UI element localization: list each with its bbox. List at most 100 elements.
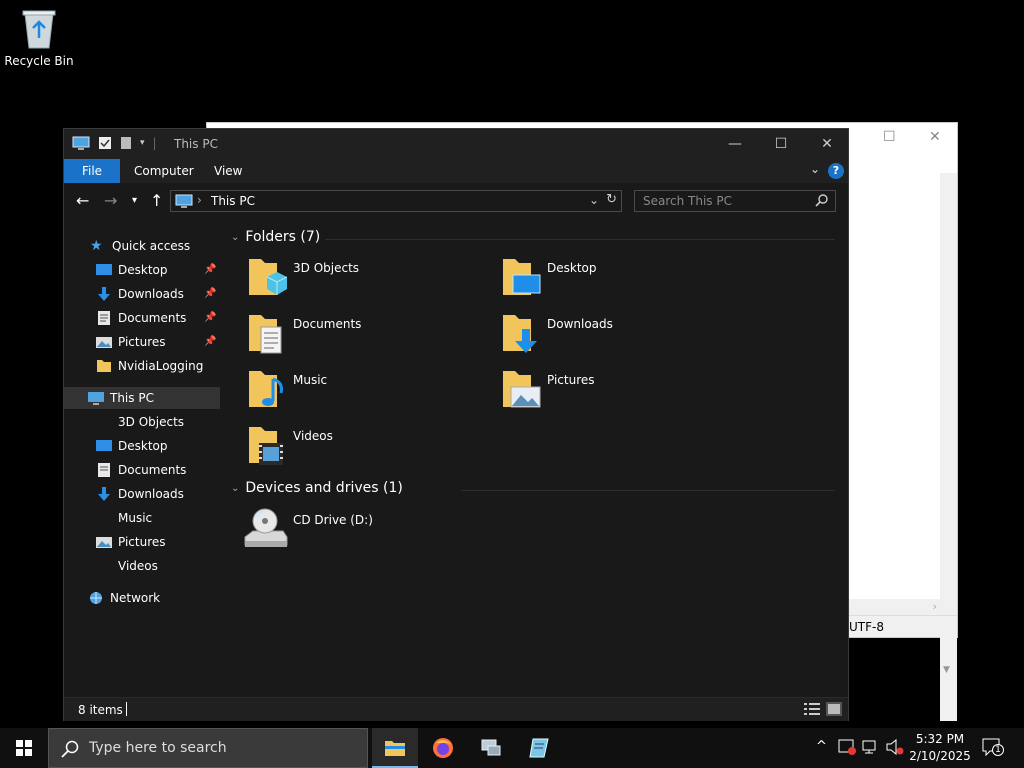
sidebar-item-nvidialogging[interactable]: NvidiaLogging <box>96 355 203 377</box>
taskbar-file-explorer[interactable] <box>372 728 418 768</box>
sidebar-item-pictures[interactable]: Pictures 📌 <box>96 331 220 353</box>
recycle-bin-shortcut[interactable]: Recycle Bin <box>4 6 74 68</box>
file-explorer-window[interactable]: ▾ | This PC — ☐ ✕ File Computer View ⌄ ?… <box>63 128 849 721</box>
sidebar-item-desktop[interactable]: Desktop 📌 <box>96 259 220 281</box>
sidebar-item-pc-pictures[interactable]: Pictures <box>96 531 166 553</box>
refresh-icon[interactable]: ↻ <box>606 192 617 207</box>
pin-icon[interactable]: 📌 <box>204 331 216 353</box>
sidebar-item-pc-desktop[interactable]: Desktop <box>96 435 168 457</box>
close-icon[interactable]: ✕ <box>804 129 850 159</box>
taskbar: Type here to search ^ 5:32 PM 2/10/2025 … <box>0 728 1024 768</box>
tab-computer[interactable]: Computer <box>134 159 194 183</box>
new-folder-icon[interactable] <box>120 136 132 150</box>
sidebar-item-this-pc[interactable]: This PC <box>64 387 220 409</box>
close-icon[interactable]: ✕ <box>929 129 941 145</box>
window-title: This PC <box>174 137 218 151</box>
chevron-up-icon[interactable]: ^ <box>816 739 827 754</box>
large-icons-view-icon[interactable] <box>826 702 842 716</box>
navigation-bar: ← → ▾ ↑ › This PC ⌄ ↻ Search This PC <box>64 183 848 219</box>
pin-icon[interactable]: 📌 <box>204 259 216 281</box>
notepad-icon <box>529 738 549 758</box>
sidebar-item-downloads[interactable]: Downloads 📌 <box>96 283 220 305</box>
folder-desktop[interactable]: Desktop <box>501 255 741 305</box>
folder-documents[interactable]: Documents <box>247 311 487 361</box>
properties-icon[interactable] <box>98 136 112 150</box>
chevron-down-icon[interactable]: ⌄ <box>589 193 599 207</box>
status-bar: 8 items <box>64 697 848 721</box>
maximize-icon[interactable]: ☐ <box>758 129 804 159</box>
desktop-icon <box>96 264 112 275</box>
chevron-down-icon[interactable]: ⌄ <box>231 483 239 494</box>
drive-cd-d[interactable]: CD Drive (D:) <box>243 507 483 557</box>
up-icon[interactable]: ↑ <box>150 191 163 210</box>
qat-divider: | <box>152 136 157 150</box>
network-status-icon[interactable] <box>862 739 880 759</box>
details-view-icon[interactable] <box>804 702 820 716</box>
pictures-folder-icon <box>503 371 541 408</box>
sidebar-item-pc-music[interactable]: Music <box>118 507 152 529</box>
folder-downloads[interactable]: Downloads <box>501 311 741 361</box>
start-button[interactable] <box>0 728 48 768</box>
this-pc-icon <box>88 392 104 405</box>
taskbar-firefox[interactable] <box>420 728 466 768</box>
taskbar-network-app[interactable] <box>468 728 514 768</box>
security-alert-icon[interactable] <box>838 739 856 759</box>
this-pc-icon <box>175 194 193 208</box>
horizontal-scrollbar[interactable]: › <box>849 599 957 616</box>
sidebar-item-pc-downloads[interactable]: Downloads <box>96 483 184 505</box>
expand-ribbon-icon[interactable]: ⌄ <box>810 162 820 176</box>
search-input[interactable]: Search This PC <box>634 190 836 212</box>
notifications-button[interactable]: 1 <box>982 738 1004 758</box>
tab-file[interactable]: File <box>64 159 120 183</box>
taskbar-notepad[interactable] <box>516 728 562 768</box>
recycle-bin-label: Recycle Bin <box>4 54 74 68</box>
chevron-right-icon[interactable]: › <box>197 193 202 207</box>
customize-qat-icon[interactable]: ▾ <box>140 138 145 148</box>
sidebar-item-network[interactable]: Network <box>88 587 160 609</box>
sidebar-item-pc-documents[interactable]: Documents <box>96 459 186 481</box>
pin-icon[interactable]: 📌 <box>204 307 216 329</box>
sidebar-item-quick-access[interactable]: ★ Quick access <box>90 235 190 257</box>
address-bar[interactable]: › This PC ⌄ ↻ <box>170 190 622 212</box>
clock-date: 2/10/2025 <box>909 749 971 763</box>
sidebar-item-pc-videos[interactable]: Videos <box>118 555 158 577</box>
folders-group-header[interactable]: ⌄ Folders (7) <box>231 229 320 245</box>
recent-locations-icon[interactable]: ▾ <box>132 195 137 206</box>
folder-3d-objects[interactable]: 3D Objects <box>247 255 487 305</box>
scroll-right-icon[interactable]: › <box>933 600 937 613</box>
help-icon[interactable]: ? <box>828 163 844 179</box>
documents-folder-icon <box>249 315 282 354</box>
sidebar-item-3d-objects[interactable]: 3D Objects <box>118 411 184 433</box>
minimize-icon[interactable]: — <box>712 129 758 159</box>
sidebar-item-documents[interactable]: Documents 📌 <box>96 307 220 329</box>
vertical-scrollbar[interactable]: ▼ <box>940 173 957 721</box>
cd-drive-icon <box>244 508 288 547</box>
ribbon-tabs: File Computer View ⌄ ? <box>64 159 848 183</box>
recycle-bin-icon <box>22 10 56 49</box>
windows-logo-icon <box>16 740 32 756</box>
pin-icon[interactable]: 📌 <box>204 283 216 305</box>
devices-group-header[interactable]: ⌄ Devices and drives (1) <box>231 480 403 496</box>
title-bar[interactable]: ▾ | This PC — ☐ ✕ <box>64 129 848 159</box>
group-divider <box>461 490 835 491</box>
firefox-icon <box>433 738 453 758</box>
tab-view[interactable]: View <box>214 159 242 183</box>
folder-music[interactable]: Music <box>247 367 487 417</box>
volume-muted-icon[interactable] <box>886 738 904 759</box>
system-clock[interactable]: 5:32 PM 2/10/2025 <box>908 731 972 765</box>
taskbar-search-input[interactable]: Type here to search <box>48 728 368 768</box>
folder-videos[interactable]: Videos <box>247 423 487 473</box>
clock-time: 5:32 PM <box>915 732 965 746</box>
scroll-down-icon[interactable]: ▼ <box>943 665 950 675</box>
this-pc-icon <box>72 136 90 150</box>
forward-icon[interactable]: → <box>104 191 117 210</box>
star-icon: ★ <box>90 238 103 254</box>
back-icon[interactable]: ← <box>76 191 89 210</box>
chevron-down-icon[interactable]: ⌄ <box>231 232 239 243</box>
download-arrow-icon <box>98 287 110 301</box>
text-cursor <box>126 702 127 716</box>
folder-pictures[interactable]: Pictures <box>501 367 741 417</box>
maximize-icon[interactable]: ☐ <box>883 129 896 145</box>
notification-count-badge: 1 <box>992 744 1004 756</box>
folder-icon <box>97 360 111 372</box>
